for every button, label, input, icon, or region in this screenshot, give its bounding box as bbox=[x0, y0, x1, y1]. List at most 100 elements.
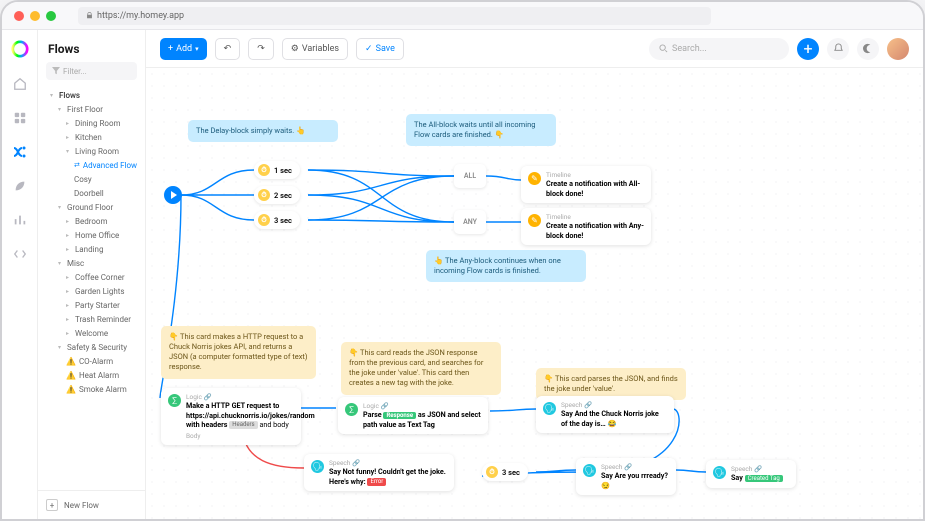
new-flow-button[interactable]: + New Flow bbox=[38, 490, 145, 519]
leaf-icon[interactable] bbox=[12, 178, 28, 194]
window-close-dot[interactable] bbox=[14, 11, 24, 21]
tree-item[interactable]: ▸Kitchen bbox=[42, 130, 141, 144]
http-card[interactable]: ∑ Logic 🔗Make a HTTP GET request to http… bbox=[161, 388, 301, 445]
delay-node[interactable]: ⏱3 sec bbox=[482, 463, 528, 481]
lock-icon bbox=[86, 12, 93, 19]
clock-icon: ⏱ bbox=[486, 466, 498, 478]
notification-card[interactable]: ✎ TimelineCreate a notification with All… bbox=[521, 166, 651, 203]
homey-logo bbox=[11, 40, 29, 58]
tree-item[interactable]: ▸Bedroom bbox=[42, 214, 141, 228]
created-tag: Created Tag bbox=[745, 475, 783, 483]
tree-item[interactable]: ⚠️CO-Alarm bbox=[42, 354, 141, 368]
chevron-right-icon: ▸ bbox=[66, 120, 72, 127]
speech-card[interactable]: 🗣 Speech 🔗Say Created Tag bbox=[706, 460, 796, 488]
warning-icon: ⚠️ bbox=[66, 357, 76, 366]
speech-icon: 🗣 bbox=[543, 402, 556, 415]
flow-canvas[interactable]: The Delay-block simply waits. 👆 The All-… bbox=[146, 68, 923, 519]
tree-item[interactable]: ⚠️Heat Alarm bbox=[42, 368, 141, 382]
tree-item[interactable]: Doorbell bbox=[42, 186, 141, 200]
icon-rail bbox=[2, 30, 38, 519]
tree-item[interactable]: ⚠️Smoke Alarm bbox=[42, 382, 141, 396]
tree-item[interactable]: ▸Garden Lights bbox=[42, 284, 141, 298]
plus-icon: + bbox=[46, 499, 58, 511]
filter-input[interactable]: Filter... bbox=[46, 62, 137, 80]
variables-icon: ⚙ bbox=[291, 44, 299, 54]
search-icon bbox=[659, 44, 668, 53]
url-text: https://my.homey.app bbox=[97, 11, 184, 21]
speech-card[interactable]: 🗣 Speech 🔗Say And the Chuck Norris joke … bbox=[536, 396, 674, 433]
speech-icon: 🗣 bbox=[311, 460, 324, 473]
tree-group[interactable]: ▾Misc bbox=[42, 256, 141, 270]
start-node[interactable] bbox=[164, 186, 182, 204]
redo-icon: ↷ bbox=[257, 44, 265, 54]
notifications-button[interactable] bbox=[827, 38, 849, 60]
theme-button[interactable] bbox=[857, 38, 879, 60]
tree-item[interactable]: ▸Dining Room bbox=[42, 116, 141, 130]
all-gate[interactable]: ALL bbox=[454, 164, 486, 188]
grid-icon[interactable] bbox=[12, 110, 28, 126]
redo-button[interactable]: ↷ bbox=[248, 38, 274, 60]
notification-card[interactable]: ✎ TimelineCreate a notification with Any… bbox=[521, 208, 651, 245]
home-icon[interactable] bbox=[12, 76, 28, 92]
note[interactable]: 👇 This card reads the JSON response from… bbox=[341, 342, 501, 395]
note[interactable]: 👆 The Any-block continues when one incom… bbox=[426, 250, 586, 282]
tree-item[interactable]: ▸Trash Reminder bbox=[42, 312, 141, 326]
clock-icon: ⏱ bbox=[258, 214, 270, 226]
window-max-dot[interactable] bbox=[46, 11, 56, 21]
tree-item[interactable]: ▸Home Office bbox=[42, 228, 141, 242]
filter-icon bbox=[52, 67, 60, 75]
sidebar: Flows Filter... ▾Flows ▾First Floor ▸Din… bbox=[38, 30, 146, 519]
warning-icon: ⚠️ bbox=[66, 385, 76, 394]
tree-item[interactable]: Cosy bbox=[42, 172, 141, 186]
tree-item-selected[interactable]: ⇄ Advanced Flow bbox=[42, 158, 141, 172]
chevron-down-icon: ▾ bbox=[58, 106, 64, 113]
bell-icon bbox=[833, 43, 844, 54]
note[interactable]: The Delay-block simply waits. 👆 bbox=[188, 120, 338, 142]
tree-group[interactable]: ▾First Floor bbox=[42, 102, 141, 116]
clock-icon: ⏱ bbox=[258, 189, 270, 201]
speech-card[interactable]: 🗣 Speech 🔗Say Not funny! Couldn't get th… bbox=[304, 454, 454, 491]
chevron-down-icon: ▾ bbox=[50, 92, 56, 99]
chevron-down-icon: ▾ bbox=[58, 344, 64, 351]
parse-card[interactable]: ∑ Logic 🔗Parse Response as JSON and sele… bbox=[338, 397, 488, 434]
chevron-down-icon: ▾ bbox=[195, 45, 199, 53]
add-button[interactable]: +Add▾ bbox=[160, 38, 207, 60]
chevron-down-icon: ▾ bbox=[58, 204, 64, 211]
moon-icon bbox=[863, 43, 874, 54]
chevron-down-icon: ▾ bbox=[58, 260, 64, 267]
any-gate[interactable]: ANY bbox=[454, 210, 486, 234]
tree-root[interactable]: ▾Flows bbox=[42, 88, 141, 102]
logic-icon: ∑ bbox=[345, 403, 358, 416]
search-input[interactable]: Search... bbox=[649, 38, 789, 60]
tree-item[interactable]: ▾Living Room bbox=[42, 144, 141, 158]
delay-node[interactable]: ⏱3 sec bbox=[254, 211, 300, 229]
save-button[interactable]: ✓Save bbox=[356, 38, 404, 60]
undo-button[interactable]: ↶ bbox=[215, 38, 241, 60]
note[interactable]: The All-block waits until all incoming F… bbox=[406, 114, 556, 146]
window-min-dot[interactable] bbox=[30, 11, 40, 21]
tree-item[interactable]: ▸Coffee Corner bbox=[42, 270, 141, 284]
tree-item[interactable]: ▸Party Starter bbox=[42, 298, 141, 312]
delay-node[interactable]: ⏱1 sec bbox=[254, 161, 300, 179]
laptop-frame: https://my.homey.app Flows Filter... ▾Fl… bbox=[0, 0, 925, 521]
note[interactable]: 👇 This card makes a HTTP request to a Ch… bbox=[161, 326, 316, 379]
toolbar: +Add▾ ↶ ↷ ⚙Variables ✓Save Search... + bbox=[146, 30, 923, 68]
tree-item[interactable]: ▸Landing bbox=[42, 242, 141, 256]
variables-button[interactable]: ⚙Variables bbox=[282, 38, 348, 60]
speech-card[interactable]: 🗣 Speech 🔗Say Are you rrready? 😏 bbox=[576, 458, 676, 495]
delay-node[interactable]: ⏱2 sec bbox=[254, 186, 300, 204]
url-bar[interactable]: https://my.homey.app bbox=[78, 7, 711, 25]
script-icon[interactable] bbox=[12, 246, 28, 262]
tree-group[interactable]: ▾Safety & Security bbox=[42, 340, 141, 354]
flows-icon[interactable] bbox=[12, 144, 28, 160]
chevron-down-icon: ▾ bbox=[66, 148, 72, 155]
tree-group[interactable]: ▾Ground Floor bbox=[42, 200, 141, 214]
user-avatar[interactable] bbox=[887, 38, 909, 60]
global-add-button[interactable]: + bbox=[797, 38, 819, 60]
response-tag: Response bbox=[383, 412, 416, 420]
check-icon: ✓ bbox=[365, 44, 373, 54]
timeline-icon: ✎ bbox=[528, 214, 541, 227]
insights-icon[interactable] bbox=[12, 212, 28, 228]
undo-icon: ↶ bbox=[224, 44, 232, 54]
tree-item[interactable]: ▸Welcome bbox=[42, 326, 141, 340]
